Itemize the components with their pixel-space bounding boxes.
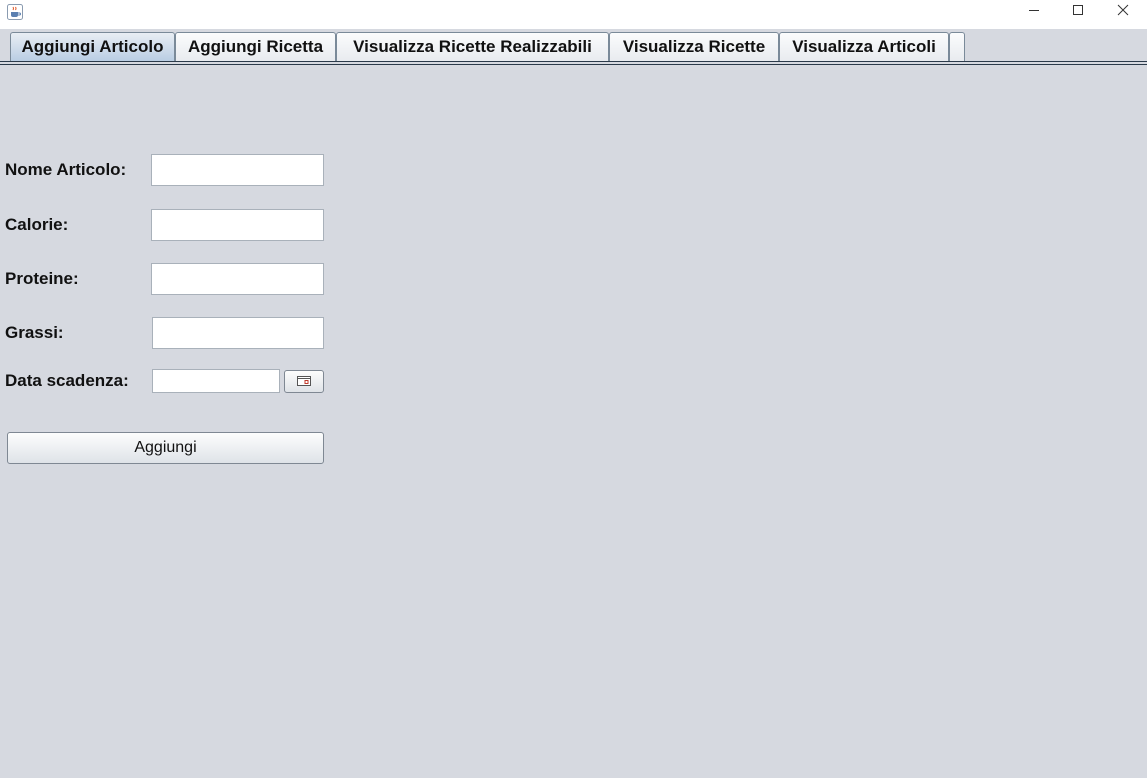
calorie-input[interactable] bbox=[151, 209, 324, 241]
minimize-button[interactable] bbox=[1012, 0, 1056, 24]
close-icon bbox=[1117, 3, 1129, 21]
app-window: Aggiungi Articolo Aggiungi Ricetta Visua… bbox=[0, 0, 1147, 778]
nome-articolo-input[interactable] bbox=[151, 154, 324, 186]
data-scadenza-label: Data scadenza: bbox=[5, 371, 129, 390]
tab-aggiungi-articolo[interactable]: Aggiungi Articolo bbox=[10, 32, 175, 61]
title-bar bbox=[0, 0, 1147, 29]
maximize-button[interactable] bbox=[1056, 0, 1100, 24]
tab-label: Visualizza Ricette bbox=[622, 37, 766, 56]
proteine-input[interactable] bbox=[151, 263, 324, 295]
calendar-icon bbox=[297, 374, 311, 389]
tab-divider bbox=[0, 61, 1147, 62]
tab-unlabeled[interactable] bbox=[949, 32, 965, 61]
tab-visualizza-ricette[interactable]: Visualizza Ricette bbox=[609, 32, 779, 61]
maximize-icon bbox=[1072, 3, 1084, 21]
date-picker-button[interactable] bbox=[284, 370, 324, 393]
aggiungi-button[interactable]: Aggiungi bbox=[7, 432, 324, 464]
tab-visualizza-articoli[interactable]: Visualizza Articoli bbox=[779, 32, 949, 61]
tab-divider bbox=[0, 64, 1147, 65]
close-button[interactable] bbox=[1101, 0, 1145, 24]
tab-aggiungi-ricetta[interactable]: Aggiungi Ricetta bbox=[175, 32, 336, 61]
grassi-label: Grassi: bbox=[5, 323, 64, 342]
calorie-label: Calorie: bbox=[5, 215, 69, 234]
proteine-label: Proteine: bbox=[5, 269, 79, 288]
minimize-icon bbox=[1028, 3, 1040, 21]
tab-visualizza-ricette-realizzabili[interactable]: Visualizza Ricette Realizzabili bbox=[336, 32, 609, 61]
nome-articolo-label: Nome Articolo: bbox=[5, 160, 127, 179]
tab-label: Visualizza Ricette Realizzabili bbox=[353, 37, 592, 56]
tab-label: Visualizza Articoli bbox=[792, 37, 936, 56]
data-scadenza-input[interactable] bbox=[152, 369, 280, 393]
tab-strip: Aggiungi Articolo Aggiungi Ricetta Visua… bbox=[0, 29, 1147, 66]
tab-label: Aggiungi Articolo bbox=[21, 37, 164, 56]
grassi-input[interactable] bbox=[152, 317, 324, 349]
java-coffee-icon bbox=[7, 4, 23, 20]
tab-label: Aggiungi Ricetta bbox=[187, 37, 324, 56]
